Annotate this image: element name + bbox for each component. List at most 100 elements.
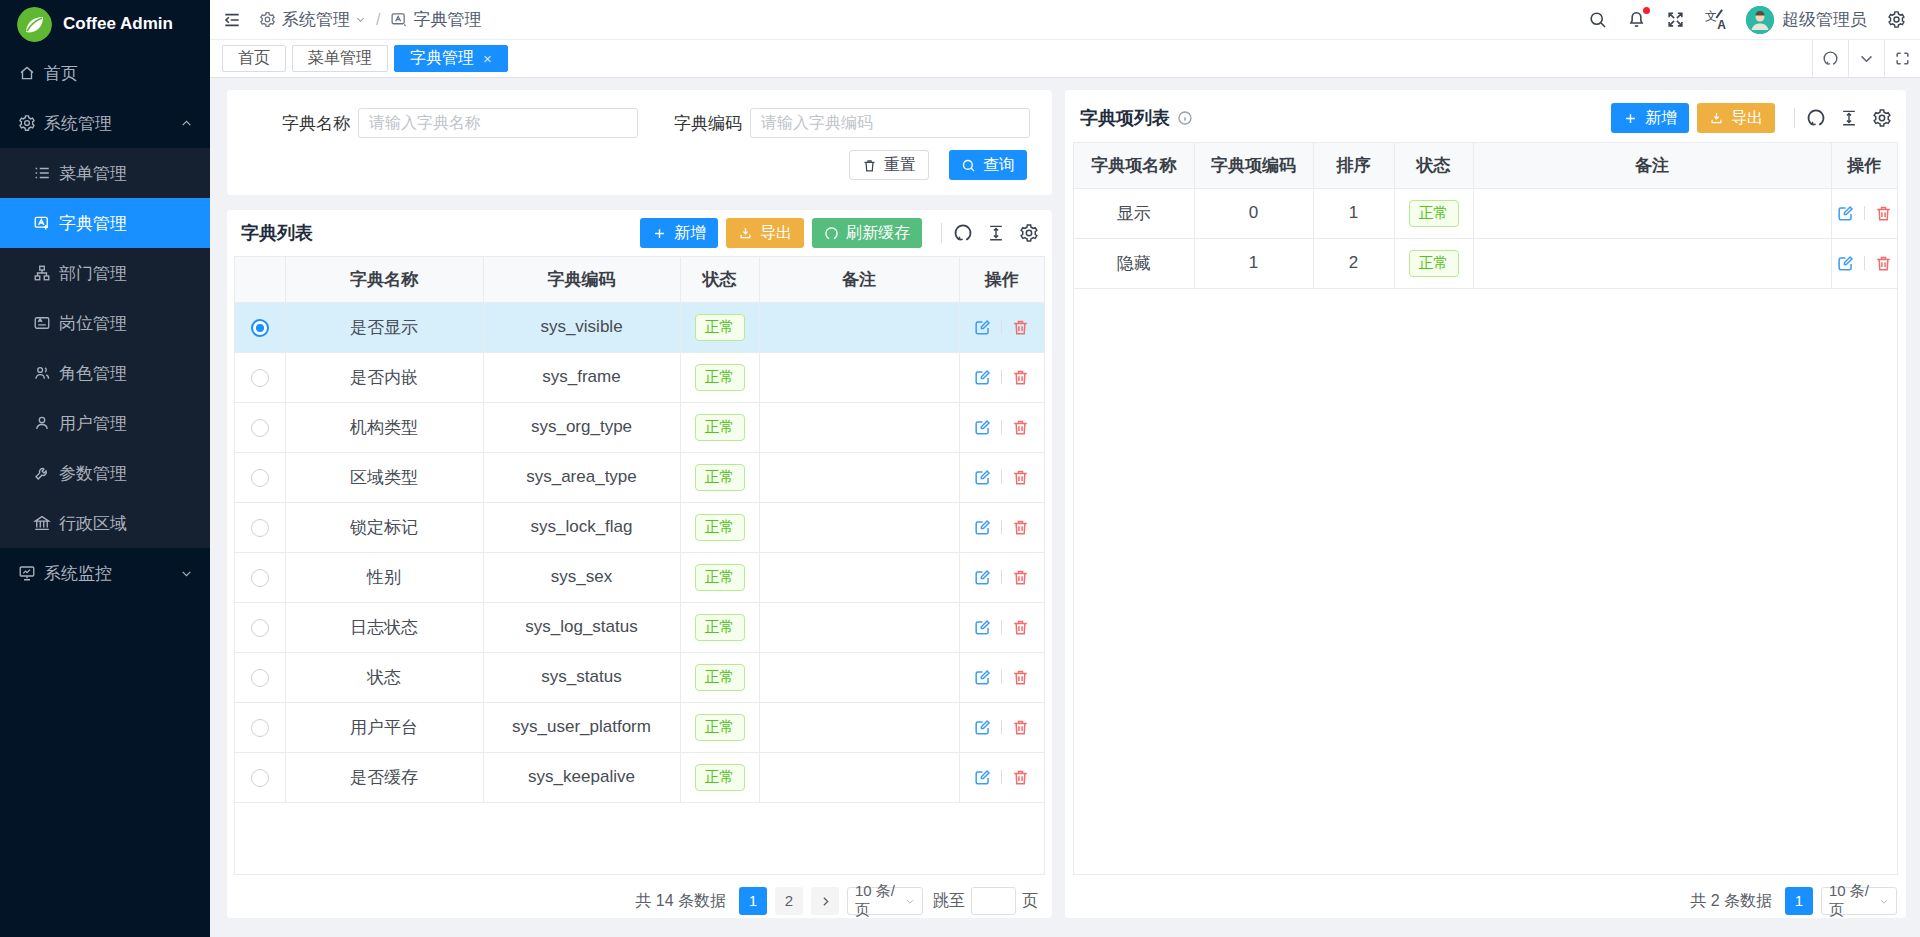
delete-icon[interactable] <box>1874 204 1893 223</box>
sidebar-item-5[interactable]: 岗位管理 <box>0 298 210 348</box>
sidebar-item-8[interactable]: 参数管理 <box>0 448 210 498</box>
edit-icon[interactable] <box>973 368 992 387</box>
edit-icon[interactable] <box>973 418 992 437</box>
row-radio[interactable] <box>251 519 269 537</box>
row-radio[interactable] <box>251 469 269 487</box>
edit-icon[interactable] <box>973 618 992 637</box>
username[interactable]: 超级管理员 <box>1782 8 1867 31</box>
edit-icon[interactable] <box>973 718 992 737</box>
dict-name-input[interactable] <box>358 108 638 138</box>
delete-icon[interactable] <box>1011 568 1030 587</box>
edit-icon[interactable] <box>1836 254 1855 273</box>
maximize-icon[interactable] <box>1884 40 1920 77</box>
sidebar-item-0[interactable]: 首页 <box>0 48 210 98</box>
delete-icon[interactable] <box>1011 418 1030 437</box>
sidebar-item-6[interactable]: 角色管理 <box>0 348 210 398</box>
fullscreen-icon[interactable] <box>1666 10 1685 29</box>
page-button-2[interactable]: 2 <box>775 887 803 915</box>
delete-icon[interactable] <box>1874 254 1893 273</box>
settings-gear-icon[interactable] <box>1019 223 1039 243</box>
page-size-select[interactable]: 10 条/页 <box>847 887 923 915</box>
delete-icon[interactable] <box>1011 668 1030 687</box>
tab-1[interactable]: 菜单管理 <box>292 45 388 72</box>
add-button[interactable]: 新增 <box>640 218 718 248</box>
chevron-down-icon[interactable] <box>1848 40 1884 77</box>
delete-icon[interactable] <box>1011 468 1030 487</box>
translate-icon[interactable]: 文A <box>1705 10 1726 30</box>
dict-table-row[interactable]: 日志状态sys_log_status正常 <box>235 602 1044 652</box>
dict-table-row[interactable]: 是否显示sys_visible正常 <box>235 302 1044 352</box>
row-radio[interactable] <box>251 719 269 737</box>
search-icon[interactable] <box>1588 10 1607 29</box>
dict-table-row[interactable]: 区域类型sys_area_type正常 <box>235 452 1044 502</box>
refresh-icon[interactable] <box>953 223 973 243</box>
query-button[interactable]: 查询 <box>949 150 1027 180</box>
edit-icon[interactable] <box>973 518 992 537</box>
page-button-1[interactable]: 1 <box>1785 887 1813 915</box>
sidebar-item-1[interactable]: 系统管理 <box>0 98 210 148</box>
next-page-button[interactable] <box>811 887 839 915</box>
row-radio[interactable] <box>251 569 269 587</box>
edit-icon[interactable] <box>973 668 992 687</box>
breadcrumb-page[interactable]: 字典管理 <box>413 8 481 31</box>
page-size-select[interactable]: 10 条/页 <box>1821 887 1897 915</box>
tab-2[interactable]: 字典管理× <box>394 45 508 72</box>
edit-icon[interactable] <box>973 568 992 587</box>
user-avatar[interactable] <box>1746 6 1774 34</box>
item-table-row[interactable]: 显示01正常 <box>1074 188 1897 238</box>
dict-table-row[interactable]: 锁定标记sys_lock_flag正常 <box>235 502 1044 552</box>
dict-code-input[interactable] <box>750 108 1030 138</box>
edit-icon[interactable] <box>973 468 992 487</box>
export-button[interactable]: 导出 <box>726 218 804 248</box>
close-icon[interactable]: × <box>483 51 492 66</box>
refresh-cache-button[interactable]: 刷新缓存 <box>812 218 922 248</box>
dict-table-row[interactable]: 状态sys_status正常 <box>235 652 1044 702</box>
row-radio[interactable] <box>251 319 269 337</box>
jump-page-input[interactable] <box>971 887 1016 915</box>
refresh-icon[interactable] <box>1806 108 1826 128</box>
divider <box>1001 720 1002 734</box>
sidebar-item-4[interactable]: 部门管理 <box>0 248 210 298</box>
dict-table-row[interactable]: 用户平台sys_user_platform正常 <box>235 702 1044 752</box>
menu-fold-icon[interactable] <box>222 10 242 30</box>
dict-list-title: 字典列表 <box>241 221 313 245</box>
refresh-icon[interactable] <box>1812 40 1848 77</box>
sidebar-item-10[interactable]: 系统监控 <box>0 548 210 598</box>
settings-gear-icon[interactable] <box>1872 108 1892 128</box>
settings-gear-icon[interactable] <box>1887 10 1906 29</box>
row-radio[interactable] <box>251 769 269 787</box>
sidebar-item-9[interactable]: 行政区域 <box>0 498 210 548</box>
dict-table-row[interactable]: 是否缓存sys_keepalive正常 <box>235 752 1044 802</box>
row-radio[interactable] <box>251 419 269 437</box>
row-radio[interactable] <box>251 619 269 637</box>
edit-icon[interactable] <box>1836 204 1855 223</box>
table-cell: sys_user_platform <box>483 702 680 752</box>
row-radio[interactable] <box>251 369 269 387</box>
notification-bell-icon[interactable] <box>1627 10 1646 29</box>
export-item-button[interactable]: 导出 <box>1697 103 1775 133</box>
page-button-1[interactable]: 1 <box>739 887 767 915</box>
dict-table-row[interactable]: 是否内嵌sys_frame正常 <box>235 352 1044 402</box>
sidebar-item-7[interactable]: 用户管理 <box>0 398 210 448</box>
column-height-icon[interactable] <box>1839 108 1859 128</box>
dict-table-row[interactable]: 性别sys_sex正常 <box>235 552 1044 602</box>
row-radio[interactable] <box>251 669 269 687</box>
delete-icon[interactable] <box>1011 768 1030 787</box>
reset-button[interactable]: 重置 <box>849 150 929 180</box>
edit-icon[interactable] <box>973 318 992 337</box>
tab-0[interactable]: 首页 <box>222 45 286 72</box>
sidebar-item-3[interactable]: 字典管理 <box>0 198 210 248</box>
divider <box>1001 370 1002 384</box>
item-table-row[interactable]: 隐藏12正常 <box>1074 238 1897 288</box>
delete-icon[interactable] <box>1011 368 1030 387</box>
dict-table-row[interactable]: 机构类型sys_org_type正常 <box>235 402 1044 452</box>
delete-icon[interactable] <box>1011 318 1030 337</box>
delete-icon[interactable] <box>1011 518 1030 537</box>
sidebar-item-2[interactable]: 菜单管理 <box>0 148 210 198</box>
add-item-button[interactable]: 新增 <box>1611 103 1689 133</box>
edit-icon[interactable] <box>973 768 992 787</box>
delete-icon[interactable] <box>1011 618 1030 637</box>
breadcrumb-section[interactable]: 系统管理 <box>282 8 350 31</box>
delete-icon[interactable] <box>1011 718 1030 737</box>
column-height-icon[interactable] <box>986 223 1006 243</box>
